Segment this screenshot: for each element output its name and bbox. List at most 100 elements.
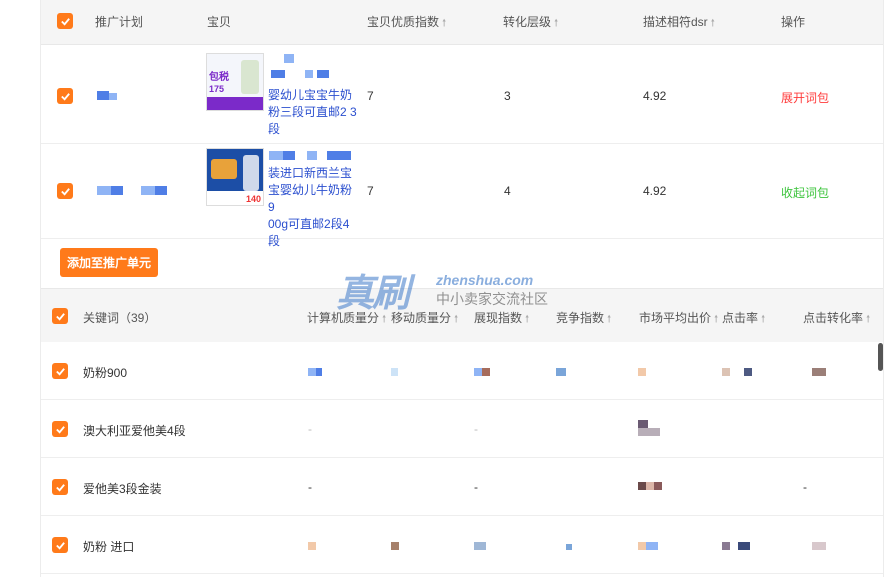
blurred-value — [812, 542, 826, 550]
collapse-keywords-link[interactable]: 收起词包 — [781, 184, 829, 201]
check-icon — [60, 17, 70, 26]
sort-arrow-up-icon[interactable]: 🠕 — [442, 18, 446, 29]
header-keyword: 关键词（39） — [83, 311, 157, 325]
blurred-value — [638, 542, 646, 550]
add-to-unit-button[interactable]: 添加至推广单元 — [60, 248, 158, 277]
cvr-value: - — [803, 480, 807, 494]
check-icon — [55, 425, 65, 434]
check-icon — [55, 541, 65, 550]
blurred-value — [316, 368, 322, 376]
blurred-value — [638, 428, 660, 436]
select-all-products-checkbox[interactable] — [57, 13, 73, 29]
header-quality[interactable]: 宝贝优质指数 🠕 — [367, 13, 446, 33]
keyword-row: 奶粉 进口 — [41, 516, 883, 574]
blurred-value — [638, 420, 648, 428]
blurred-value — [646, 482, 654, 490]
sort-arrow-up-icon[interactable]: 🠕 — [554, 18, 558, 29]
header-pc-quality[interactable]: 计算机质量分 🠕 — [307, 309, 386, 329]
blurred-value — [308, 542, 316, 550]
conversion-value: 4 — [504, 184, 511, 198]
header-avg-bid[interactable]: 市场平均出价 🠕 — [639, 309, 718, 329]
keyword-row-checkbox[interactable] — [52, 421, 68, 437]
pc-quality-value: - — [308, 422, 312, 436]
check-icon — [60, 92, 70, 101]
blurred-value — [482, 368, 490, 376]
blurred-value — [722, 542, 730, 550]
impressions-value: - — [474, 422, 478, 436]
main-panel: 推广计划 宝贝 宝贝优质指数 🠕 转化层级 🠕 描述相符dsr 🠕 操作 包税 175… — [40, 0, 884, 577]
blurred-value — [646, 542, 658, 550]
keyword-text: 爱他美3段金装 — [83, 482, 162, 496]
product-thumbnail[interactable]: 140 — [206, 148, 264, 206]
keyword-table-header: 关键词（39） 计算机质量分 🠕 移动质量分 🠕 展现指数 🠕 竞争指数 🠕 市场平均出… — [41, 288, 883, 343]
header-impressions[interactable]: 展现指数 🠕 — [474, 309, 529, 329]
keyword-text: 奶粉 进口 — [83, 540, 135, 554]
product-table-header: 推广计划 宝贝 宝贝优质指数 🠕 转化层级 🠕 描述相符dsr 🠕 操作 — [41, 0, 883, 45]
product-thumbnail[interactable]: 包税 175 — [206, 53, 264, 111]
product-title-link[interactable]: 婴幼儿宝宝牛奶 粉三段可直邮2 3 段 — [268, 87, 358, 138]
sort-arrow-up-icon[interactable]: 🠕 — [382, 314, 386, 325]
header-plan: 推广计划 — [95, 15, 144, 29]
select-all-keywords-checkbox[interactable] — [52, 308, 68, 324]
sort-arrow-up-icon[interactable]: 🠕 — [711, 18, 715, 29]
plan-name-blurred — [97, 186, 177, 195]
check-icon — [55, 367, 65, 376]
conversion-value: 3 — [504, 89, 511, 103]
header-dsr[interactable]: 描述相符dsr 🠕 — [643, 13, 715, 33]
blurred-value — [744, 368, 752, 376]
title-blurred-top — [269, 151, 355, 160]
blurred-value — [638, 482, 646, 490]
keyword-text: 澳大利亚爱他美4段 — [83, 424, 186, 438]
check-icon — [55, 312, 65, 321]
blurred-value — [474, 542, 486, 550]
check-icon — [60, 187, 70, 196]
sort-arrow-up-icon[interactable]: 🠕 — [761, 314, 765, 325]
impressions-value: - — [474, 480, 478, 494]
product-title-link[interactable]: 装进口新西兰宝 宝婴幼儿牛奶粉9 00g可直邮2段4 段 — [268, 165, 358, 250]
blurred-value — [474, 368, 482, 376]
blurred-value — [391, 368, 398, 376]
blurred-value — [654, 482, 662, 490]
sort-arrow-up-icon[interactable]: 🠕 — [454, 314, 458, 325]
product-row-checkbox[interactable] — [57, 88, 73, 104]
blurred-value — [638, 368, 646, 376]
header-mobile-quality[interactable]: 移动质量分 🠕 — [391, 309, 458, 329]
header-item: 宝贝 — [207, 15, 232, 29]
quality-value: 7 — [367, 184, 374, 198]
pc-quality-value: - — [308, 480, 312, 494]
keyword-row-checkbox[interactable] — [52, 363, 68, 379]
sort-arrow-up-icon[interactable]: 🠕 — [607, 314, 611, 325]
header-conversion[interactable]: 转化层级 🠕 — [503, 13, 558, 33]
header-cvr[interactable]: 点击转化率 🠕 — [803, 309, 870, 329]
header-competition[interactable]: 竞争指数 🠕 — [556, 309, 611, 329]
sort-arrow-up-icon[interactable]: 🠕 — [714, 314, 718, 325]
keyword-row-checkbox[interactable] — [52, 479, 68, 495]
title-blurred-top — [269, 54, 349, 78]
blurred-value — [566, 544, 572, 550]
dsr-value: 4.92 — [643, 184, 667, 198]
sort-arrow-up-icon[interactable]: 🠕 — [866, 314, 870, 325]
header-action: 操作 — [781, 15, 806, 29]
product-row: 140 装进口新西兰宝 宝婴幼儿牛奶粉9 00g可直邮2段4 段 7 4 4.9… — [41, 144, 883, 248]
product-row-checkbox[interactable] — [57, 183, 73, 199]
header-ctr[interactable]: 点击率 🠕 — [722, 309, 765, 329]
quality-value: 7 — [367, 89, 374, 103]
vertical-scrollbar[interactable] — [878, 343, 883, 371]
keyword-row: 澳大利亚爱他美4段 - - — [41, 400, 883, 458]
keyword-row: 爱他美3段金装 - - - — [41, 458, 883, 516]
product-row: 包税 175 婴幼儿宝宝牛奶 粉三段可直邮2 3 段 7 3 4.92 展开词包 — [41, 45, 883, 144]
keyword-row: 奶粉900 — [41, 342, 883, 400]
blurred-value — [556, 368, 566, 376]
blurred-value — [308, 368, 316, 376]
check-icon — [55, 483, 65, 492]
plan-name-blurred — [97, 91, 119, 100]
sort-arrow-up-icon[interactable]: 🠕 — [525, 314, 529, 325]
blurred-value — [738, 542, 750, 550]
expand-keywords-link[interactable]: 展开词包 — [781, 89, 829, 106]
keyword-row-checkbox[interactable] — [52, 537, 68, 553]
blurred-value — [812, 368, 826, 376]
keyword-text: 奶粉900 — [83, 366, 128, 380]
dsr-value: 4.92 — [643, 89, 667, 103]
blurred-value — [391, 542, 399, 550]
blurred-value — [722, 368, 730, 376]
